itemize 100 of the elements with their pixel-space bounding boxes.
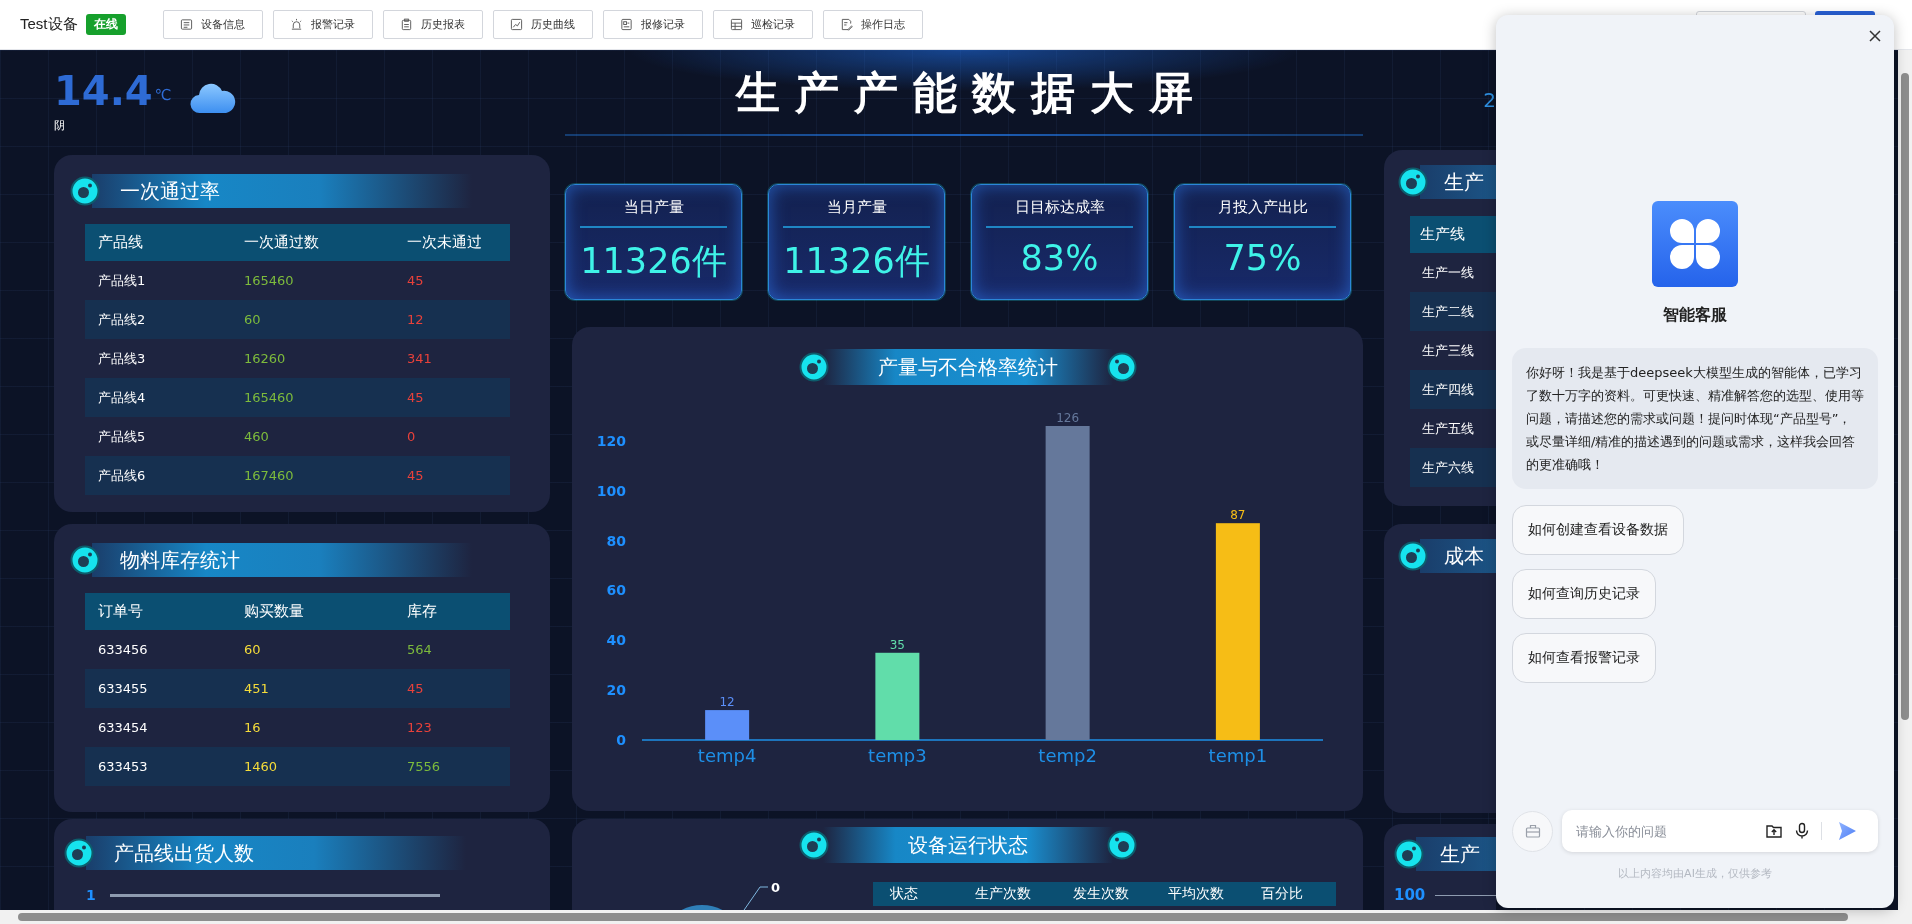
nav-button[interactable]: 设备信息: [162, 10, 263, 39]
axis-tick-label: 40: [606, 632, 626, 649]
chat-title: 智能客服: [1663, 305, 1727, 326]
nav-button[interactable]: 报修记录: [602, 10, 703, 39]
table-cell-text: 123: [407, 720, 433, 735]
table-cell: 生产四线: [1410, 370, 1496, 409]
axis-tick-label: 80: [606, 532, 626, 549]
suggestion-button[interactable]: 如何创建查看设备数据: [1512, 505, 1684, 555]
kpi-value: 75%: [1223, 238, 1302, 278]
form-icon: [620, 18, 633, 31]
chat-input-field[interactable]: 请输入你的问题: [1574, 822, 1755, 840]
table-cell-text: 产品线6: [98, 466, 147, 485]
nav-button[interactable]: 历史曲线: [492, 10, 593, 39]
table-cell-text: 产品线2: [98, 310, 147, 329]
table-header-cell-text: 一次未通过: [407, 233, 483, 252]
edit-icon: [840, 18, 853, 31]
table-header-cell-text: 购买数量: [244, 602, 305, 621]
table-cell-text: 产品线4: [98, 388, 147, 407]
disc-icon: [798, 830, 829, 860]
table-header-cell: 生产线: [1410, 216, 1496, 253]
device-title: Test设备: [20, 15, 78, 34]
axis-tick-label: 1: [86, 887, 97, 903]
table-cell-text: 633454: [98, 720, 149, 735]
table-cell-text: 产品线5: [98, 427, 147, 446]
chat-message: 你好呀！我是基于deepseek大模型生成的智能体，已学习了数十万字的资料。可更快速、精准解答您的选型、使用等问题，请描述您的需求或问题！提问时体现“产品型号”，或尽量详细/精准的描述遇到的问题或需求，这样我会回答的更准确哦！: [1512, 348, 1878, 489]
table-cell-text: 生产三线: [1421, 342, 1475, 360]
table-header-cell-text: 状态: [890, 885, 919, 903]
nav-button[interactable]: 操作日志: [822, 10, 923, 39]
panel-title: 生产: [1420, 165, 1496, 199]
status-badge: 在线: [85, 14, 126, 35]
table-header-cell-text: 一次通过数: [244, 233, 320, 252]
toolbox-button[interactable]: [1512, 810, 1553, 852]
panel-title: 产量与不合格率统计: [822, 349, 1113, 385]
table-cell: 生产二线: [1410, 292, 1496, 331]
table-cell-text: 12: [407, 312, 425, 327]
axis-tick-label: 20: [606, 682, 626, 699]
axis-tick-label: 100: [596, 482, 626, 499]
table-cell-text: 633456: [98, 642, 149, 657]
table-cell-text: 45: [407, 681, 425, 696]
list-icon: [180, 18, 193, 31]
date-text: 2: [1483, 88, 1496, 114]
table-header-cell-text: 发生次数: [1073, 885, 1130, 903]
panel-title: 生产: [1416, 837, 1496, 871]
temperature: 14.4: [54, 70, 153, 112]
table-cell-text: 60: [244, 642, 262, 657]
table-cell-text: 7556: [407, 759, 442, 774]
table-header-cell-text: 平均次数: [1168, 885, 1225, 903]
horizontal-scrollbar[interactable]: [0, 910, 1912, 924]
axis-tick-label: 0: [616, 732, 626, 748]
line-chart-icon: [510, 18, 523, 31]
app-logo-icon: [1652, 201, 1738, 287]
nav-button[interactable]: 报警记录: [272, 10, 373, 39]
table-cell-text: 45: [407, 468, 425, 483]
suggestion-button[interactable]: 如何查看报警记录: [1512, 633, 1656, 683]
disc-icon: [798, 352, 829, 382]
disc-icon: [70, 545, 100, 575]
axis-tick-label: 100: [1394, 886, 1426, 904]
pie-label: 0: [771, 880, 781, 895]
nav-button[interactable]: 巡检记录: [712, 10, 813, 39]
briefcase-icon: [1523, 822, 1542, 840]
panel-title: 设备运行状态: [822, 827, 1113, 863]
disc-icon: [1106, 352, 1137, 382]
chart-bar: [705, 710, 750, 740]
category-label: temp3: [868, 745, 927, 766]
nav-button[interactable]: 历史报表: [382, 10, 483, 39]
kpi-label: 当日产量: [623, 198, 684, 217]
table-cell-text: 0: [407, 429, 417, 444]
table-cell-text: 564: [407, 642, 433, 657]
kpi-value: 11326件: [783, 240, 930, 283]
vertical-scrollbar[interactable]: [1898, 50, 1912, 910]
leader-line: [741, 886, 769, 910]
table-cell-text: 45: [407, 273, 425, 288]
table-cell-text: 16: [244, 720, 262, 735]
table-header-cell-text: 订单号: [98, 602, 144, 621]
kpi-value: 83%: [1020, 238, 1099, 278]
table-cell-text: 460: [244, 429, 270, 444]
microphone-icon[interactable]: [1793, 822, 1811, 840]
table-cell-text: 产品线1: [98, 271, 147, 290]
table-cell-text: 生产一线: [1421, 264, 1475, 282]
kpi-value: 11326件: [580, 240, 727, 283]
table-cell-text: 产品线3: [98, 349, 147, 368]
table-cell-text: 341: [407, 351, 433, 366]
suggestion-button[interactable]: 如何查询历史记录: [1512, 569, 1656, 619]
axis-tick-label: 120: [596, 432, 626, 449]
category-label: temp2: [1038, 745, 1097, 766]
dashboard-title: 生产产能数据大屏: [734, 66, 1208, 120]
table-cell: 生产六线: [1410, 448, 1496, 487]
send-icon[interactable]: [1836, 820, 1858, 842]
panel-title: 成本: [1420, 539, 1496, 573]
table-cell-text: 451: [244, 681, 270, 696]
category-label: temp1: [1208, 745, 1268, 766]
table-cell-text: 165460: [244, 273, 295, 288]
folder-upload-icon[interactable]: [1765, 822, 1783, 840]
close-icon[interactable]: [1868, 29, 1882, 43]
disc-icon: [64, 838, 94, 868]
disc-icon: [1106, 830, 1137, 860]
table-cell-text: 60: [244, 312, 262, 327]
table-cell-text: 167460: [244, 468, 295, 483]
table-header-cell-text: 产品线: [98, 233, 144, 252]
table-header-cell-text: 生产次数: [975, 885, 1032, 903]
